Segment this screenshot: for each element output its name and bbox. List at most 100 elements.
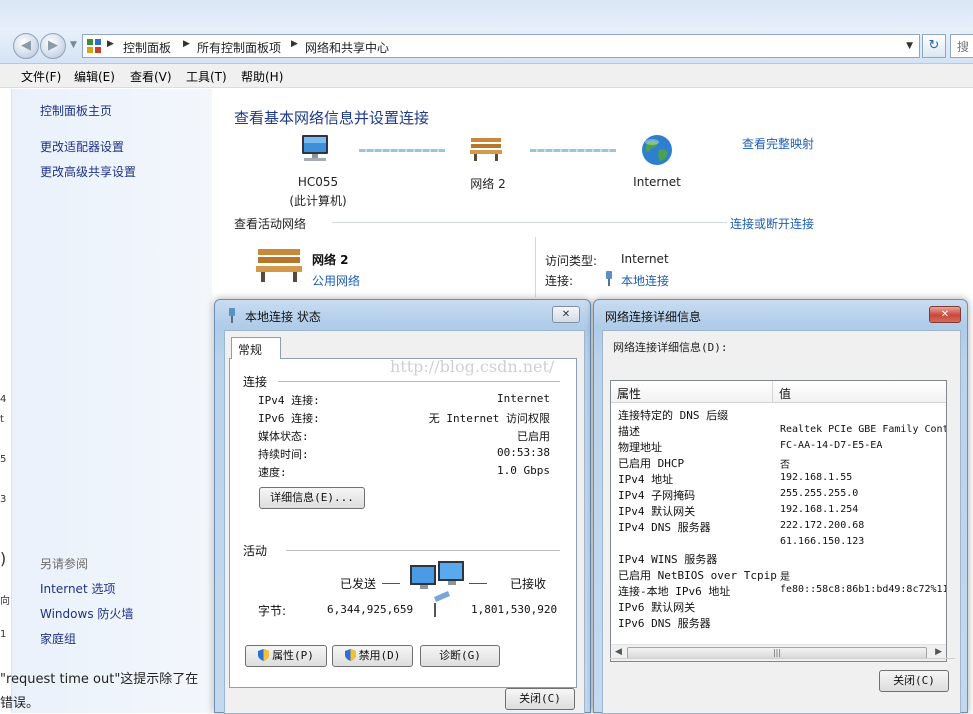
- diagnose-button[interactable]: 诊断(G): [420, 645, 500, 667]
- group-divider: [286, 550, 560, 551]
- detail-property: IPv4 WINS 服务器: [618, 553, 718, 566]
- breadcrumb-control-panel[interactable]: 控制面板: [123, 39, 171, 56]
- network-location-type-link[interactable]: 公用网络: [312, 272, 360, 289]
- speed-label: 速度:: [258, 466, 287, 479]
- internet-options-link[interactable]: Internet 选项: [40, 580, 115, 597]
- breadcrumb-separator-icon[interactable]: ▶: [291, 39, 298, 49]
- detail-property: 物理地址: [618, 441, 662, 454]
- detail-property: IPv4 地址: [618, 473, 674, 486]
- general-tab-panel: 连接 IPv4 连接: Internet IPv6 连接: 无 Internet…: [229, 358, 577, 688]
- detail-property: 已启用 DHCP: [618, 457, 685, 470]
- column-header-value[interactable]: 值: [773, 381, 946, 403]
- menu-edit[interactable]: 编辑(E): [74, 68, 115, 85]
- map-connection-line: [530, 149, 616, 152]
- menu-file[interactable]: 文件(F): [21, 68, 61, 85]
- active-network-name: 网络 2: [312, 253, 349, 267]
- detail-property: IPv4 默认网关: [618, 505, 696, 518]
- detail-property: IPv6 默认网关: [618, 601, 696, 614]
- activity-group-heading: 活动: [243, 544, 268, 558]
- menu-tools[interactable]: 工具(T): [186, 68, 227, 85]
- properties-button[interactable]: 属性(P): [245, 645, 327, 667]
- details-list-label: 网络连接详细信息(D):: [613, 341, 728, 354]
- map-connection-line: [359, 149, 445, 152]
- network-bench-icon: [256, 249, 302, 282]
- see-also-heading: 另请参阅: [40, 557, 89, 571]
- detail-property: 连接特定的 DNS 后缀: [618, 409, 729, 422]
- breadcrumb-all-items[interactable]: 所有控制面板项: [197, 39, 281, 56]
- background-blog-text: 错误。: [0, 696, 40, 711]
- properties-button-label: 属性(P): [272, 649, 314, 662]
- scroll-left-icon[interactable]: ◀: [615, 647, 622, 657]
- status-close-button[interactable]: 关闭(C): [505, 688, 575, 710]
- column-header-property[interactable]: 属性: [611, 381, 773, 403]
- address-field[interactable]: ▶ 控制面板 ▶ 所有控制面板项 ▶ 网络和共享中心 ▼: [82, 34, 920, 58]
- menu-bar: 文件(F) 编辑(E) 查看(V) 工具(T) 帮助(H): [0, 64, 973, 88]
- detail-property: 描述: [618, 425, 640, 438]
- address-dropdown-icon[interactable]: ▼: [906, 41, 913, 51]
- internet-globe-icon[interactable]: [640, 133, 674, 167]
- detail-value: 否: [780, 460, 790, 471]
- address-bar: ◀ ▶ ▼ ▶ 控制面板 ▶ 所有控制面板项 ▶ 网络和共享中心 ▼ ↻ 搜: [0, 28, 973, 64]
- sent-label: 已发送: [340, 577, 377, 591]
- homegroup-link[interactable]: 家庭组: [40, 630, 76, 647]
- connect-disconnect-link[interactable]: 连接或断开连接: [730, 215, 814, 232]
- refresh-icon[interactable]: ↻: [922, 34, 946, 58]
- disable-button-label: 禁用(D): [358, 649, 401, 662]
- public-network-bench-icon[interactable]: [469, 136, 503, 162]
- menu-help[interactable]: 帮助(H): [241, 68, 283, 85]
- menu-view[interactable]: 查看(V): [130, 68, 172, 85]
- computer-icon[interactable]: [298, 133, 332, 165]
- access-type-value: Internet: [621, 252, 669, 266]
- left-task-pane: 控制面板主页 更改适配器设置 更改高级共享设置 另请参阅 Internet 选项…: [12, 89, 212, 713]
- tab-general[interactable]: 常规: [231, 337, 281, 359]
- background-page-edge: 4 t 5 3 ) 向 1: [0, 89, 12, 713]
- breadcrumb-separator-icon[interactable]: ▶: [107, 39, 114, 49]
- detail-property: 已启用 NetBIOS over Tcpip: [618, 569, 777, 582]
- detail-value: FC-AA-14-D7-E5-EA: [780, 440, 883, 451]
- breadcrumb-separator-icon[interactable]: ▶: [183, 39, 190, 49]
- change-sharing-settings-link[interactable]: 更改高级共享设置: [40, 163, 136, 180]
- bytes-received-value: 1,801,530,920: [471, 603, 558, 616]
- change-adapter-settings-link[interactable]: 更改适配器设置: [40, 138, 124, 155]
- breadcrumb-network-center[interactable]: 网络和共享中心: [305, 39, 389, 56]
- media-state-value: 已启用: [517, 430, 550, 443]
- connections-label: 连接:: [545, 274, 574, 288]
- speed-value: 1.0 Gbps: [497, 464, 550, 477]
- search-input[interactable]: 搜: [950, 34, 973, 58]
- media-state-label: 媒体状态:: [258, 430, 309, 443]
- disable-button[interactable]: 禁用(D): [332, 645, 413, 667]
- uac-shield-icon: [344, 649, 356, 661]
- details-button[interactable]: 详细信息(E)...: [259, 487, 365, 509]
- details-close-button[interactable]: 关闭(C): [879, 670, 949, 692]
- received-label: 已接收: [510, 577, 547, 591]
- group-divider: [278, 381, 560, 382]
- duration-value: 00:53:38: [497, 446, 550, 459]
- local-connection-status-dialog: 本地连接 状态 ✕ 常规 连接 IPv4 连接: Internet IPv6 连…: [214, 299, 591, 714]
- forward-button[interactable]: ▶: [40, 33, 66, 59]
- network-activity-computers-icon: [410, 561, 464, 617]
- internet-node-name: Internet: [633, 175, 681, 189]
- section-divider: [332, 222, 727, 223]
- see-full-map-link[interactable]: 查看完整映射: [742, 135, 814, 152]
- access-type-label: 访问类型:: [545, 254, 598, 268]
- dialog-body: 常规 连接 IPv4 连接: Internet IPv6 连接: 无 Inter…: [224, 330, 585, 714]
- close-icon[interactable]: ✕: [552, 306, 580, 323]
- ethernet-plug-icon: [229, 308, 235, 323]
- bytes-label: 字节:: [258, 604, 287, 618]
- sent-dash: [382, 583, 400, 584]
- details-listview[interactable]: 属性 值 连接特定的 DNS 后缀 描述 Realtek PCIe GBE Fa…: [610, 380, 947, 662]
- scroll-right-icon[interactable]: ▶: [935, 647, 942, 657]
- dialog-title: 本地连接 状态: [245, 310, 321, 324]
- back-button[interactable]: ◀: [13, 33, 39, 59]
- windows-firewall-link[interactable]: Windows 防火墙: [40, 605, 133, 622]
- ipv4-connectivity-value: Internet: [497, 392, 550, 405]
- recent-pages-dropdown-icon[interactable]: ▼: [70, 40, 77, 50]
- control-panel-home-link[interactable]: 控制面板主页: [40, 102, 112, 119]
- detail-property: IPv4 DNS 服务器: [618, 521, 711, 534]
- control-panel-icon: [87, 39, 101, 53]
- ipv6-connectivity-value: 无 Internet 访问权限: [428, 412, 550, 425]
- close-icon[interactable]: ✕: [929, 306, 961, 323]
- local-connection-link[interactable]: 本地连接: [621, 272, 669, 289]
- computer-node-subtitle: (此计算机): [289, 194, 347, 208]
- background-blog-text: "request time out"这提示除了在: [0, 672, 199, 687]
